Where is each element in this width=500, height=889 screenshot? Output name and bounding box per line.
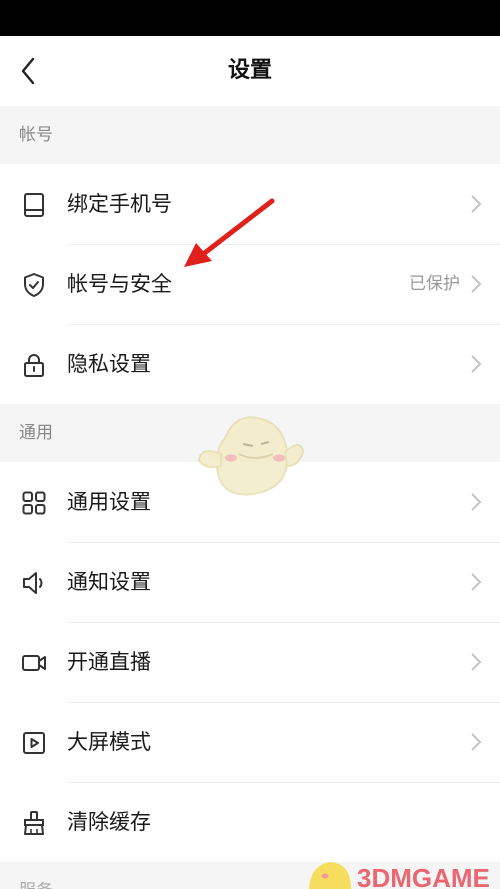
row-label: 大屏模式: [67, 730, 151, 754]
section-header-general: 通用: [0, 404, 500, 462]
broom-icon: [20, 809, 48, 837]
chevron-right-icon: [471, 195, 482, 213]
account-security-row[interactable]: 帐号与安全 已保护: [0, 244, 500, 324]
back-arrow-icon: [21, 57, 35, 85]
speaker-icon: [20, 569, 48, 597]
row-label: 通用设置: [67, 490, 151, 514]
shield-check-icon: [20, 271, 48, 299]
page-title: 设置: [227, 58, 272, 83]
row-label: 隐私设置: [67, 352, 151, 376]
back-button[interactable]: [10, 52, 46, 90]
protection-status: 已保护: [409, 274, 460, 294]
section-header-label: 服务: [19, 876, 53, 889]
video-camera-icon: [20, 649, 48, 677]
general-settings-row[interactable]: 通用设置: [0, 462, 500, 542]
open-live-stream-row[interactable]: 开通直播: [0, 622, 500, 702]
notification-settings-row[interactable]: 通知设置: [0, 542, 500, 622]
section-header-account: 帐号: [0, 106, 500, 164]
row-label: 通知设置: [67, 570, 151, 594]
navigation-bar: 设置: [0, 36, 500, 106]
chevron-right-icon: [471, 653, 482, 671]
lock-icon: [20, 351, 48, 379]
row-label: 清除缓存: [67, 810, 151, 834]
general-settings-group: 通用设置 通知设置 开通直播 大屏模式 清除缓存: [0, 462, 500, 862]
section-header-label: 帐号: [19, 125, 53, 145]
play-square-icon: [20, 729, 48, 757]
chevron-right-icon: [471, 493, 482, 511]
row-label: 绑定手机号: [67, 192, 172, 216]
section-header-service: 服务: [0, 862, 500, 889]
bind-phone-row[interactable]: 绑定手机号: [0, 164, 500, 244]
big-screen-mode-row[interactable]: 大屏模式: [0, 702, 500, 782]
section-header-label: 通用: [19, 423, 53, 443]
privacy-settings-row[interactable]: 隐私设置: [0, 324, 500, 404]
grid-icon: [20, 489, 48, 517]
chevron-right-icon: [471, 275, 482, 293]
phone-icon: [20, 191, 48, 219]
clear-cache-row[interactable]: 清除缓存: [0, 782, 500, 862]
chevron-right-icon: [471, 355, 482, 373]
chevron-right-icon: [471, 573, 482, 591]
row-label: 开通直播: [67, 650, 151, 674]
account-settings-group: 绑定手机号 帐号与安全 已保护 隐私设置: [0, 164, 500, 404]
status-bar: [0, 0, 500, 36]
row-label: 帐号与安全: [67, 272, 172, 296]
chevron-right-icon: [471, 733, 482, 751]
